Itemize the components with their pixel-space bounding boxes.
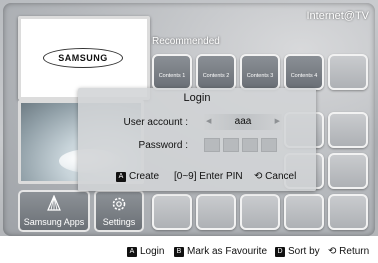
samsung-apps-button[interactable]: Samsung Apps — [18, 190, 90, 232]
recommended-tile-5[interactable] — [328, 54, 368, 90]
samsung-apps-icon — [20, 194, 88, 218]
recommended-tile-1[interactable]: Contents 1 — [152, 54, 192, 90]
legend-sort[interactable]: D Sort by — [275, 246, 320, 257]
cancel-action[interactable]: ⟲ Cancel — [254, 171, 296, 182]
a-key-icon: A — [127, 247, 137, 257]
samsung-apps-label: Samsung Apps — [23, 217, 85, 227]
settings-button[interactable]: Settings — [94, 190, 144, 232]
tile-label: Contents 3 — [246, 73, 274, 79]
recommended-tile-2[interactable]: Contents 2 — [196, 54, 236, 90]
app-tile[interactable] — [328, 112, 368, 148]
d-key-icon: D — [275, 247, 285, 257]
tv-screen: Internet@TV SAMSUNG Recommended Contents… — [0, 0, 378, 263]
pin-digit-2[interactable] — [223, 138, 239, 152]
create-action[interactable]: A Create — [116, 171, 159, 182]
legend-bar: A Login B Mark as Favourite D Sort by ⟲ Ret… — [0, 236, 378, 263]
app-tile[interactable] — [284, 194, 324, 230]
app-tile[interactable] — [240, 194, 280, 230]
legend-favourite[interactable]: B Mark as Favourite — [174, 246, 267, 257]
user-account-label: User account : — [123, 117, 188, 128]
pin-digit-1[interactable] — [204, 138, 220, 152]
enter-pin-action: [0~9] Enter PIN — [174, 171, 243, 182]
app-tile[interactable] — [196, 194, 236, 230]
cancel-label: Cancel — [265, 171, 297, 182]
login-dialog: Login User account : ◀ aaa ▶ Password : … — [78, 88, 316, 191]
legend-return[interactable]: ⟲ Return — [328, 246, 369, 257]
app-tile[interactable] — [152, 194, 192, 230]
brand-title: Internet@TV — [306, 10, 369, 22]
user-account-value: aaa — [234, 116, 252, 127]
return-icon: ⟲ — [328, 246, 337, 257]
app-tile[interactable] — [328, 194, 368, 230]
dialog-title: Login — [183, 92, 211, 104]
a-key-icon: A — [116, 172, 126, 182]
settings-label: Settings — [102, 217, 136, 227]
pin-digit-4[interactable] — [261, 138, 277, 152]
tile-label: Contents 2 — [202, 73, 230, 79]
tile-label: Contents 1 — [158, 73, 186, 79]
b-key-icon: B — [174, 247, 184, 257]
samsung-logo: SAMSUNG — [43, 48, 123, 68]
pin-digit-3[interactable] — [242, 138, 258, 152]
legend-return-label: Return — [339, 246, 370, 257]
app-tile[interactable] — [328, 153, 368, 189]
return-icon: ⟲ — [254, 171, 263, 182]
recommended-tile-4[interactable]: Contents 4 — [284, 54, 324, 90]
arrow-right-icon[interactable]: ▶ — [275, 117, 280, 125]
recommended-tile-3[interactable]: Contents 3 — [240, 54, 280, 90]
legend-login[interactable]: A Login — [127, 246, 164, 257]
legend-login-label: Login — [140, 246, 165, 257]
create-label: Create — [129, 171, 160, 182]
recommended-label: Recommended — [152, 36, 220, 47]
user-account-selector[interactable]: ◀ aaa ▶ — [204, 114, 282, 130]
legend-favourite-label: Mark as Favourite — [187, 246, 268, 257]
tile-label: Contents 4 — [290, 73, 318, 79]
password-label: Password : — [138, 140, 188, 151]
gear-icon — [96, 195, 142, 218]
legend-sort-label: Sort by — [288, 246, 320, 257]
